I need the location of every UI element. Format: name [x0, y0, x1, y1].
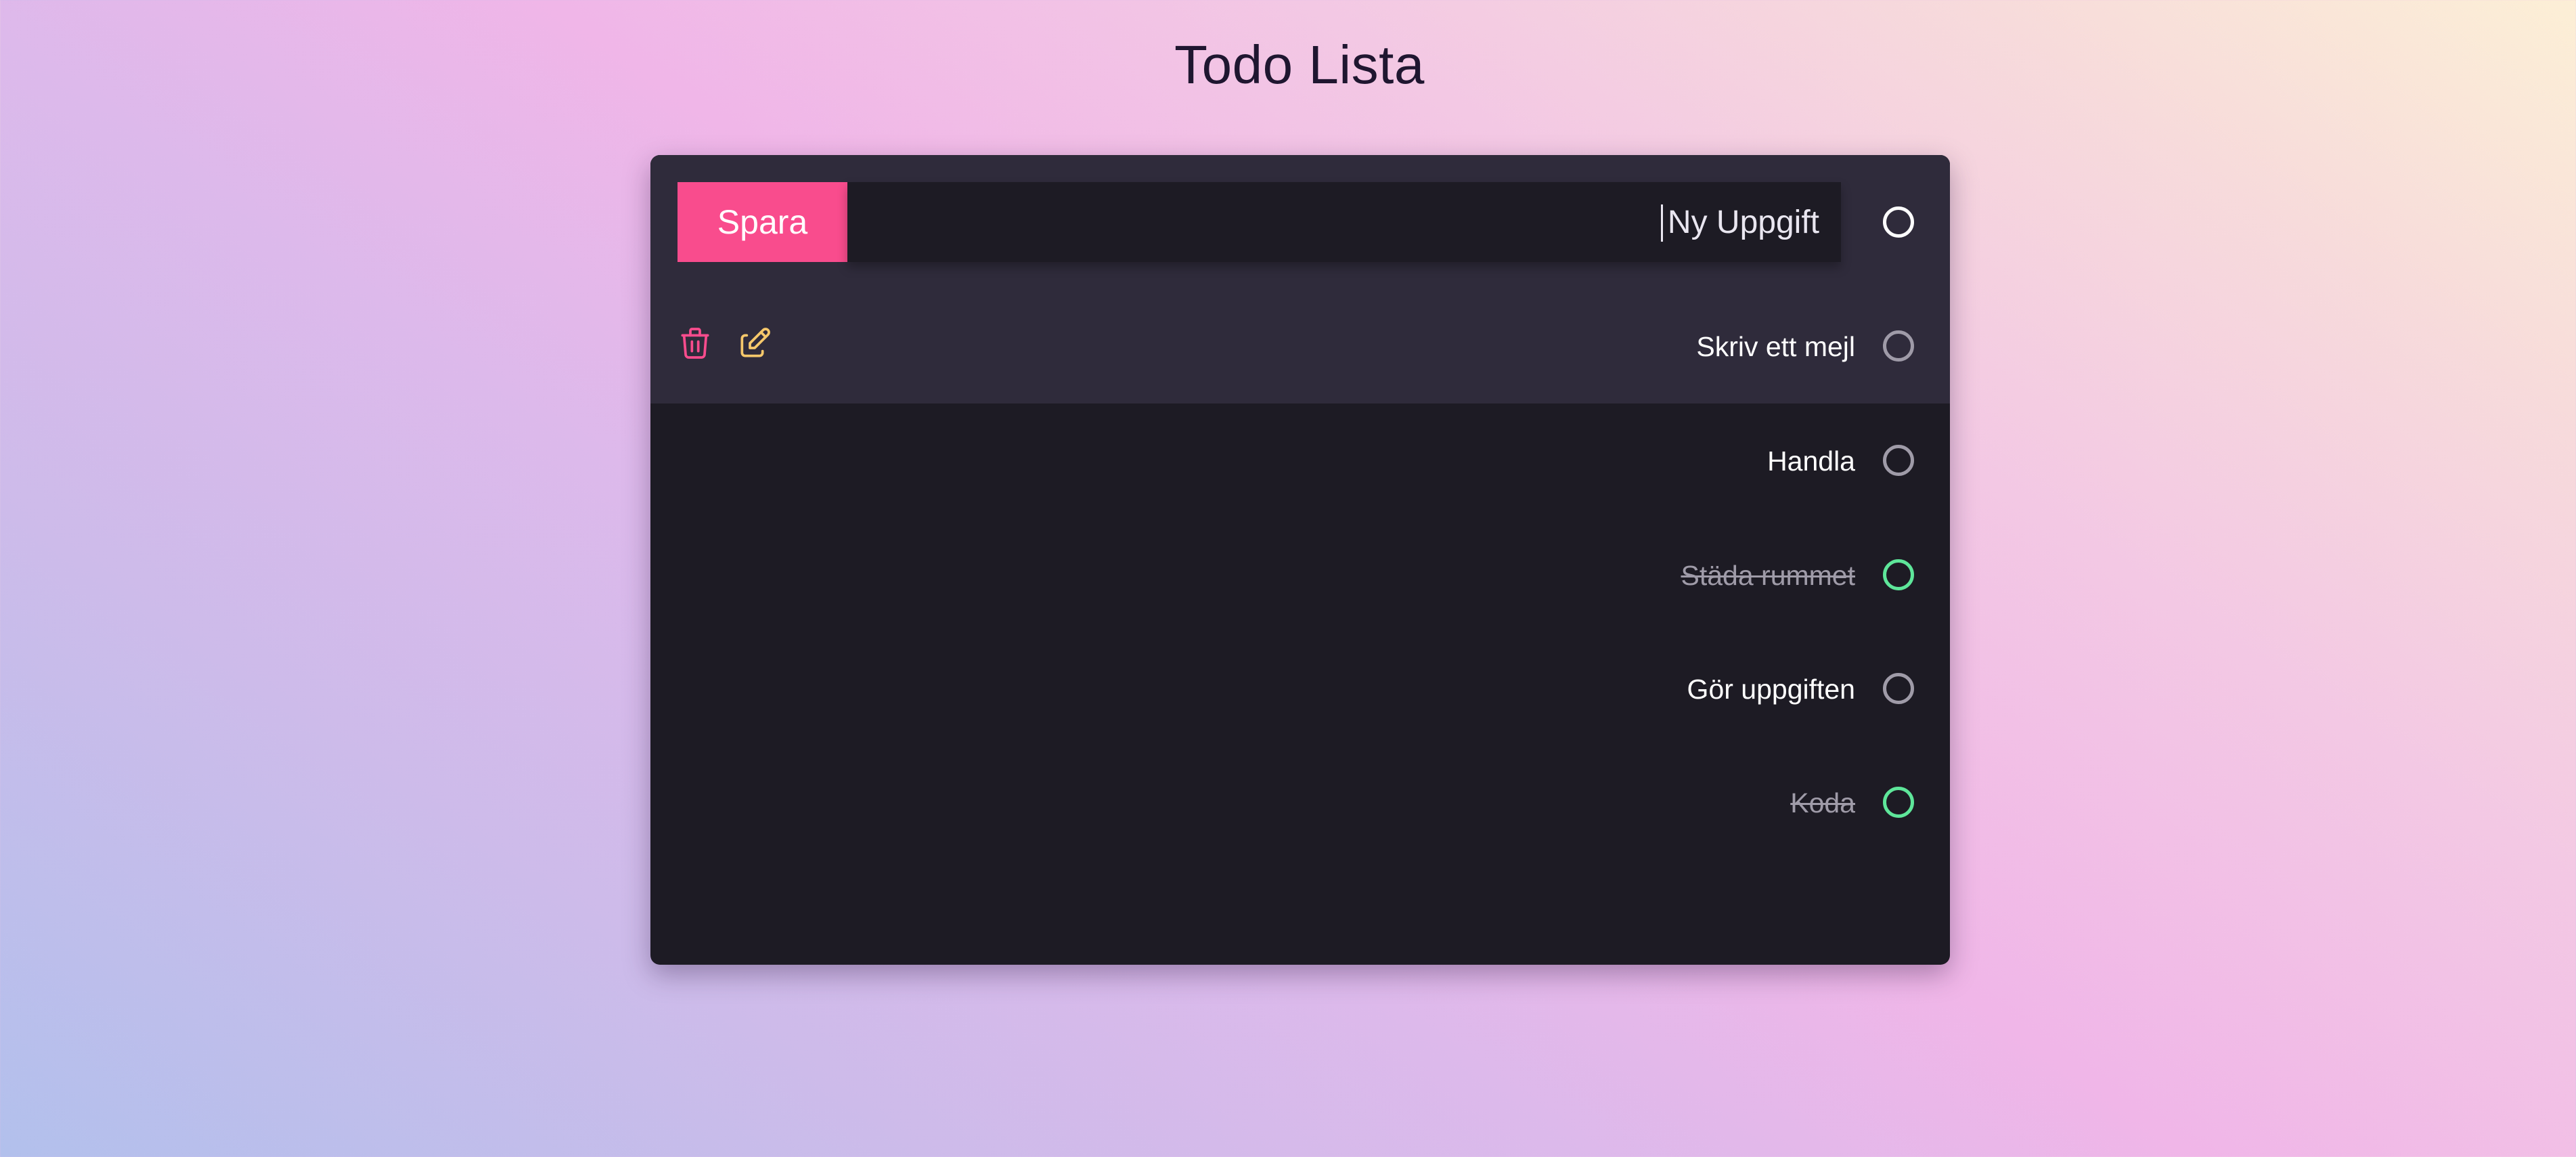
trash-icon[interactable] [676, 324, 714, 362]
save-button[interactable]: Spara [678, 182, 847, 262]
task-label[interactable]: Skriv ett mejl [1696, 330, 1855, 364]
page-title: Todo Lista [1174, 35, 1425, 95]
task-checkbox-done-circle-icon[interactable] [1883, 787, 1914, 818]
new-task-input[interactable] [847, 182, 1841, 262]
task-checkbox-circle-icon[interactable] [1883, 445, 1914, 476]
new-task-circle-icon[interactable] [1883, 206, 1914, 238]
task-label[interactable]: Gör uppgiften [1687, 672, 1855, 706]
todo-card: Spara Skriv ett mejl Handla Städa rummet… [650, 155, 1950, 965]
edit-icon[interactable] [736, 324, 774, 362]
task-label[interactable]: Handla [1767, 444, 1855, 478]
text-caret [1661, 204, 1663, 242]
task-checkbox-circle-icon[interactable] [1883, 673, 1914, 704]
task-label-completed[interactable]: Koda [1790, 786, 1855, 820]
task-label-completed[interactable]: Städa rummet [1681, 559, 1856, 592]
task-checkbox-done-circle-icon[interactable] [1883, 559, 1914, 590]
task-checkbox-circle-icon[interactable] [1883, 330, 1914, 362]
